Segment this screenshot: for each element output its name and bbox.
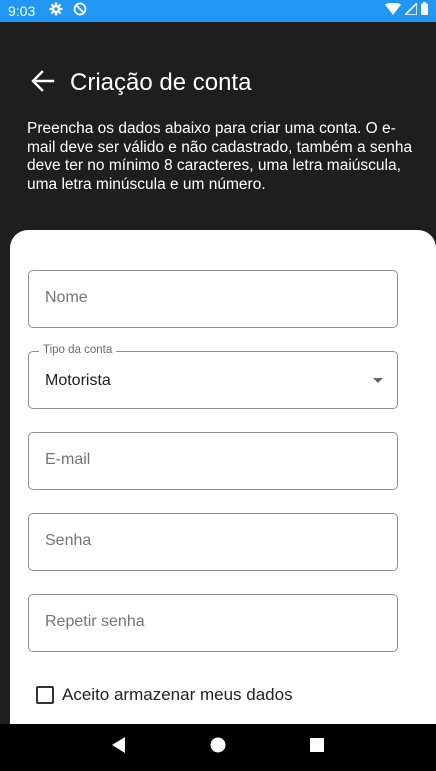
- account-type-value: Motorista: [45, 372, 111, 389]
- header: Criação de conta Preencha os dados abaix…: [0, 22, 436, 240]
- status-time: 9:03: [8, 3, 36, 19]
- account-type-label: Tipo da conta: [39, 344, 117, 356]
- page-description: Preencha os dados abaixo para criar uma …: [27, 120, 413, 193]
- repeat-password-field[interactable]: Repetir senha: [28, 594, 398, 652]
- arrow-left-icon: [31, 69, 55, 97]
- name-field[interactable]: Nome: [28, 270, 398, 328]
- repeat-password-placeholder: Repetir senha: [45, 613, 145, 630]
- form-card: Nome Tipo da conta Motorista E-mail Senh…: [10, 230, 436, 724]
- nav-home-button[interactable]: [198, 728, 238, 768]
- wifi-icon: [385, 2, 401, 20]
- password-field[interactable]: Senha: [28, 513, 398, 571]
- back-triangle-icon: [112, 737, 126, 758]
- consent-checkbox[interactable]: [36, 686, 54, 704]
- home-circle-icon: [210, 737, 226, 758]
- battery-icon: [421, 2, 428, 20]
- email-field[interactable]: E-mail: [28, 432, 398, 490]
- email-placeholder: E-mail: [45, 451, 91, 468]
- password-placeholder: Senha: [45, 532, 92, 549]
- signal-icon: [403, 1, 418, 20]
- settings-icon: [49, 2, 63, 21]
- navigation-bar: [0, 724, 436, 771]
- recents-square-icon: [309, 738, 324, 757]
- nav-recents-button[interactable]: [297, 728, 337, 768]
- name-placeholder: Nome: [45, 289, 88, 306]
- status-icons-right: [385, 1, 428, 20]
- consent-label: Aceito armazenar meus dados: [62, 685, 293, 704]
- status-bar: 9:03: [0, 0, 436, 22]
- status-icons-left: [49, 2, 87, 21]
- page-title: Criação de conta: [70, 69, 252, 96]
- sync-icon: [73, 2, 87, 21]
- back-button[interactable]: [30, 69, 56, 97]
- consent-row[interactable]: Aceito armazenar meus dados: [36, 685, 293, 705]
- dropdown-arrow-icon: [373, 378, 383, 383]
- account-type-select[interactable]: Tipo da conta Motorista: [28, 344, 398, 409]
- nav-back-button[interactable]: [99, 728, 139, 768]
